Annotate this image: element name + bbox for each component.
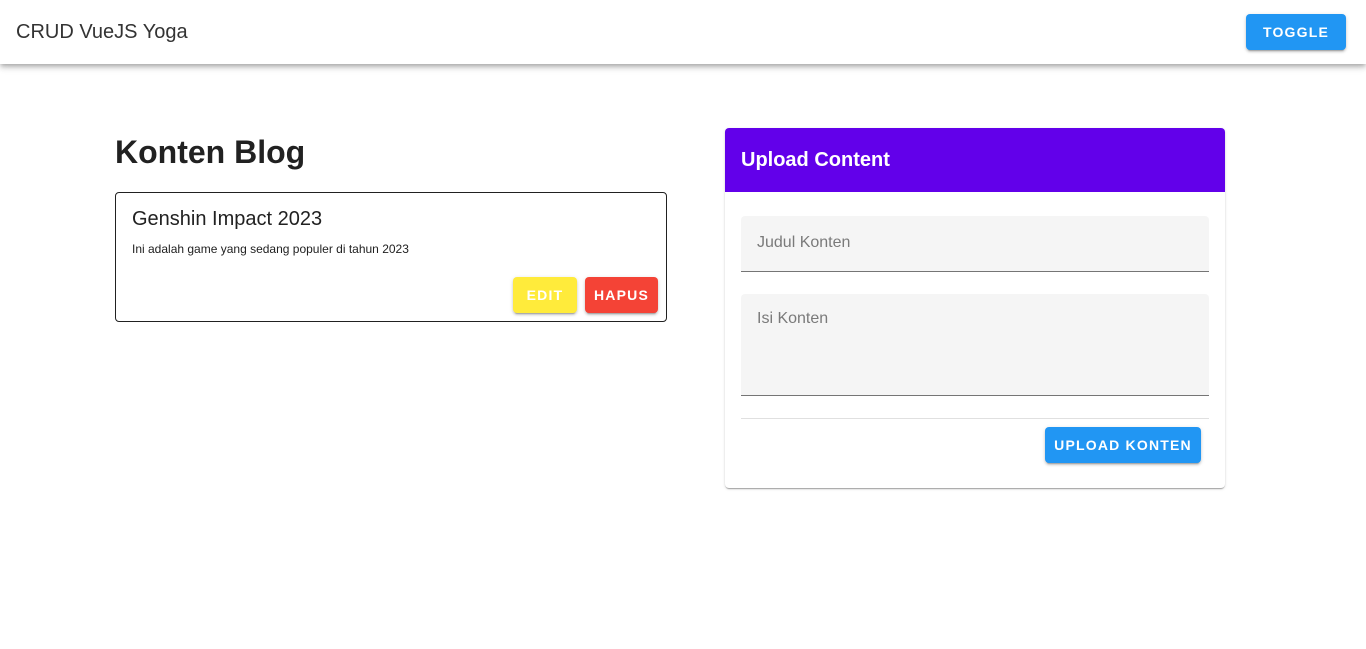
toggle-button[interactable]: TOGGLE [1246, 14, 1346, 50]
blog-section: Konten Blog Genshin Impact 2023 Ini adal… [115, 128, 667, 322]
page-title: Konten Blog [115, 134, 306, 170]
title-field [741, 216, 1209, 272]
upload-form: UPLOAD KONTEN [725, 192, 1225, 463]
content-field [741, 294, 1209, 396]
post-text: Ini adalah game yang sedang populer di t… [132, 242, 409, 256]
upload-button[interactable]: UPLOAD KONTEN [1045, 427, 1201, 463]
blog-post-card: Genshin Impact 2023 Ini adalah game yang… [115, 192, 667, 322]
app-title: CRUD VueJS Yoga [16, 20, 188, 43]
upload-actions: UPLOAD KONTEN [741, 419, 1209, 463]
post-actions: EDIT HAPUS [513, 277, 658, 313]
upload-header: Upload Content [725, 128, 1225, 192]
edit-button[interactable]: EDIT [513, 277, 577, 313]
content-textarea[interactable] [741, 294, 1209, 394]
app-bar: CRUD VueJS Yoga TOGGLE [0, 0, 1366, 64]
delete-button[interactable]: HAPUS [585, 277, 658, 313]
upload-form-card: Upload Content UPLOAD KONTEN [725, 128, 1225, 488]
post-title: Genshin Impact 2023 [132, 208, 323, 230]
title-input[interactable] [741, 216, 1209, 270]
